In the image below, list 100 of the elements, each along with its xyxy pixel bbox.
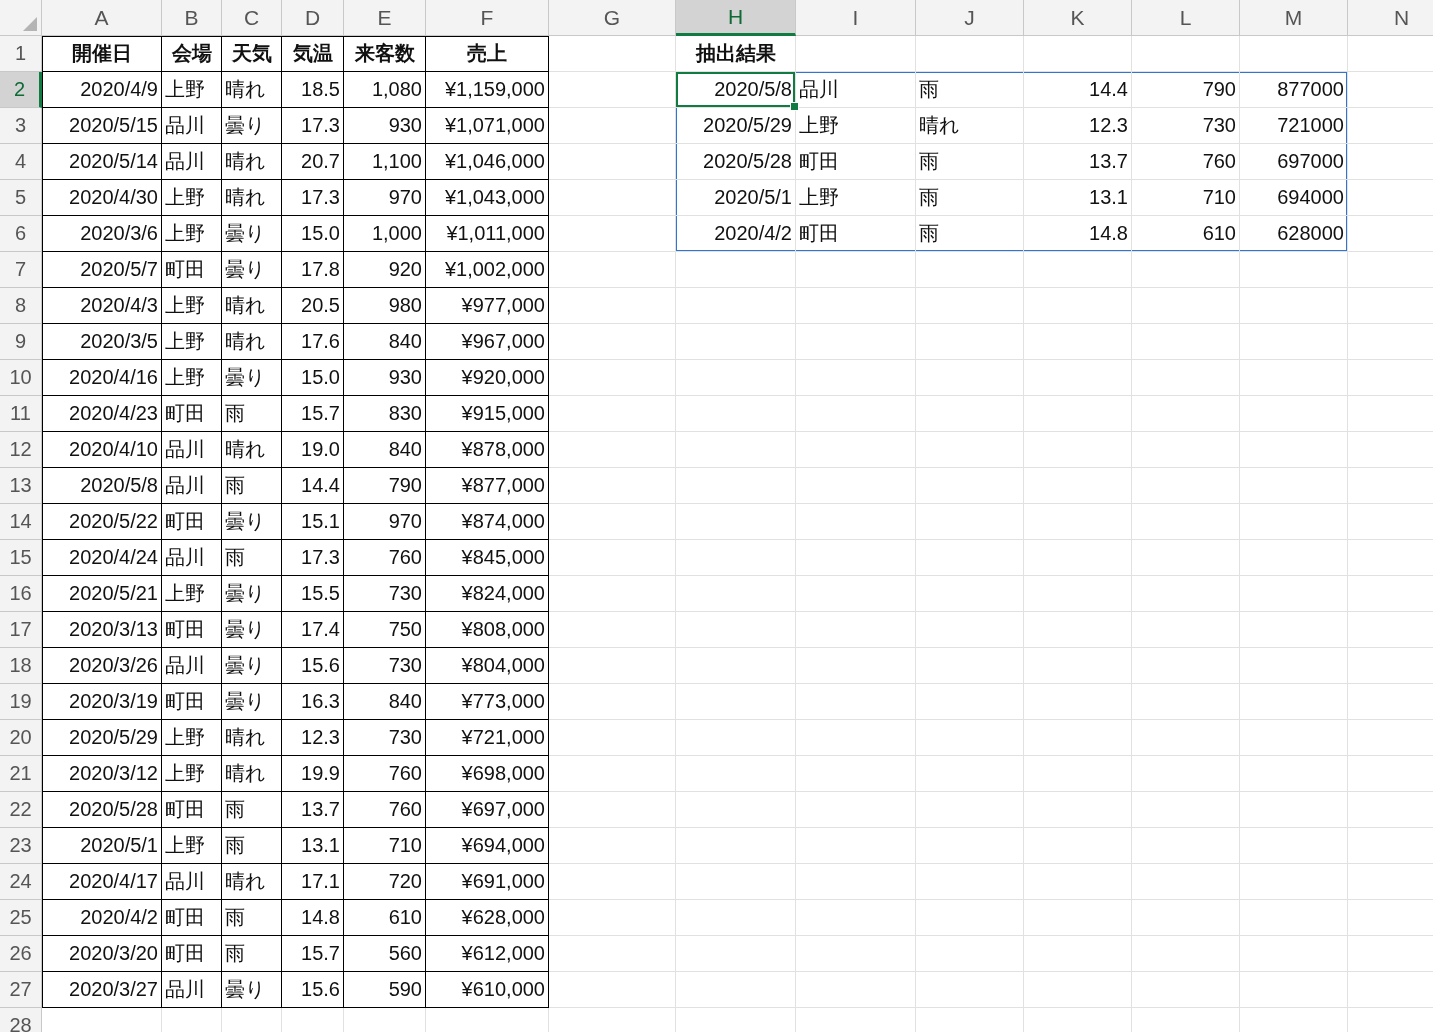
table-cell: 町田: [162, 396, 222, 432]
row-header[interactable]: 24: [0, 864, 42, 900]
row-header[interactable]: 6: [0, 216, 42, 252]
row-header[interactable]: 1: [0, 36, 42, 72]
column-header[interactable]: I: [796, 0, 916, 36]
column-header[interactable]: C: [222, 0, 282, 36]
row-header[interactable]: 11: [0, 396, 42, 432]
row-header[interactable]: 9: [0, 324, 42, 360]
table-cell: 曇り: [222, 504, 282, 540]
table-cell: 上野: [162, 720, 222, 756]
table-cell: ¥915,000: [426, 396, 549, 432]
table-cell: 12.3: [282, 720, 344, 756]
table-cell: 2020/5/1: [676, 180, 796, 216]
table-cell: 15.6: [282, 648, 344, 684]
table-cell: 19.9: [282, 756, 344, 792]
table-cell: 2020/5/8: [676, 72, 796, 108]
table-cell: 2020/4/3: [42, 288, 162, 324]
row-header[interactable]: 16: [0, 576, 42, 612]
table-cell: 町田: [162, 684, 222, 720]
column-header[interactable]: L: [1132, 0, 1240, 36]
table-cell: 2020/4/17: [42, 864, 162, 900]
row-header[interactable]: 17: [0, 612, 42, 648]
column-header[interactable]: A: [42, 0, 162, 36]
table-cell: 15.6: [282, 972, 344, 1008]
table-cell: 晴れ: [222, 432, 282, 468]
table-cell: 2020/4/10: [42, 432, 162, 468]
table-cell: 2020/5/1: [42, 828, 162, 864]
row-header[interactable]: 18: [0, 648, 42, 684]
table-cell: ¥721,000: [426, 720, 549, 756]
table-cell: 13.1: [282, 828, 344, 864]
table-cell: 2020/5/29: [676, 108, 796, 144]
column-header[interactable]: H: [676, 0, 796, 36]
column-header[interactable]: M: [1240, 0, 1348, 36]
row-header[interactable]: 27: [0, 972, 42, 1008]
column-header[interactable]: D: [282, 0, 344, 36]
row-header[interactable]: 15: [0, 540, 42, 576]
row-header[interactable]: 5: [0, 180, 42, 216]
table-cell: 15.0: [282, 360, 344, 396]
row-header[interactable]: 25: [0, 900, 42, 936]
column-header[interactable]: G: [549, 0, 676, 36]
table-cell: 2020/5/29: [42, 720, 162, 756]
table-cell: ¥874,000: [426, 504, 549, 540]
table-cell: ¥878,000: [426, 432, 549, 468]
table-cell: 品川: [162, 108, 222, 144]
column-header[interactable]: J: [916, 0, 1024, 36]
row-header[interactable]: 14: [0, 504, 42, 540]
row-header[interactable]: 12: [0, 432, 42, 468]
table-cell: 17.3: [282, 540, 344, 576]
header-cell: 会場: [162, 36, 222, 72]
column-header[interactable]: F: [426, 0, 549, 36]
row-header[interactable]: 8: [0, 288, 42, 324]
table-cell: 2020/3/6: [42, 216, 162, 252]
table-cell: 上野: [162, 576, 222, 612]
row-header[interactable]: 4: [0, 144, 42, 180]
table-cell: 20.7: [282, 144, 344, 180]
row-header[interactable]: 22: [0, 792, 42, 828]
table-cell: ¥808,000: [426, 612, 549, 648]
row-header[interactable]: 10: [0, 360, 42, 396]
row-header[interactable]: 20: [0, 720, 42, 756]
table-cell: 697000: [1240, 144, 1348, 180]
table-cell: 町田: [162, 936, 222, 972]
table-cell: 840: [344, 324, 426, 360]
table-cell: 上野: [162, 288, 222, 324]
table-cell: 品川: [796, 72, 916, 108]
table-cell: 2020/5/14: [42, 144, 162, 180]
table-cell: 840: [344, 684, 426, 720]
table-cell: 710: [1132, 180, 1240, 216]
table-cell: 730: [344, 576, 426, 612]
fill-handle[interactable]: [790, 102, 799, 111]
table-cell: 760: [344, 792, 426, 828]
table-cell: 750: [344, 612, 426, 648]
table-cell: 14.8: [282, 900, 344, 936]
row-header[interactable]: 21: [0, 756, 42, 792]
table-cell: 晴れ: [222, 324, 282, 360]
table-cell: 町田: [162, 792, 222, 828]
table-cell: 15.7: [282, 936, 344, 972]
table-cell: 晴れ: [222, 72, 282, 108]
table-cell: 15.1: [282, 504, 344, 540]
table-cell: ¥612,000: [426, 936, 549, 972]
row-header[interactable]: 28: [0, 1008, 42, 1032]
column-header[interactable]: K: [1024, 0, 1132, 36]
table-cell: 980: [344, 288, 426, 324]
row-header[interactable]: 19: [0, 684, 42, 720]
row-header[interactable]: 3: [0, 108, 42, 144]
table-cell: 品川: [162, 432, 222, 468]
column-header[interactable]: B: [162, 0, 222, 36]
row-header[interactable]: 7: [0, 252, 42, 288]
row-header[interactable]: 13: [0, 468, 42, 504]
row-header[interactable]: 23: [0, 828, 42, 864]
table-cell: 曇り: [222, 684, 282, 720]
column-header[interactable]: E: [344, 0, 426, 36]
table-cell: 2020/4/2: [42, 900, 162, 936]
table-cell: 曇り: [222, 972, 282, 1008]
row-header[interactable]: 26: [0, 936, 42, 972]
table-cell: 1,100: [344, 144, 426, 180]
row-header[interactable]: 2: [0, 72, 42, 108]
table-cell: 雨: [222, 936, 282, 972]
table-cell: ¥804,000: [426, 648, 549, 684]
table-cell: 品川: [162, 972, 222, 1008]
column-header[interactable]: N: [1348, 0, 1433, 36]
